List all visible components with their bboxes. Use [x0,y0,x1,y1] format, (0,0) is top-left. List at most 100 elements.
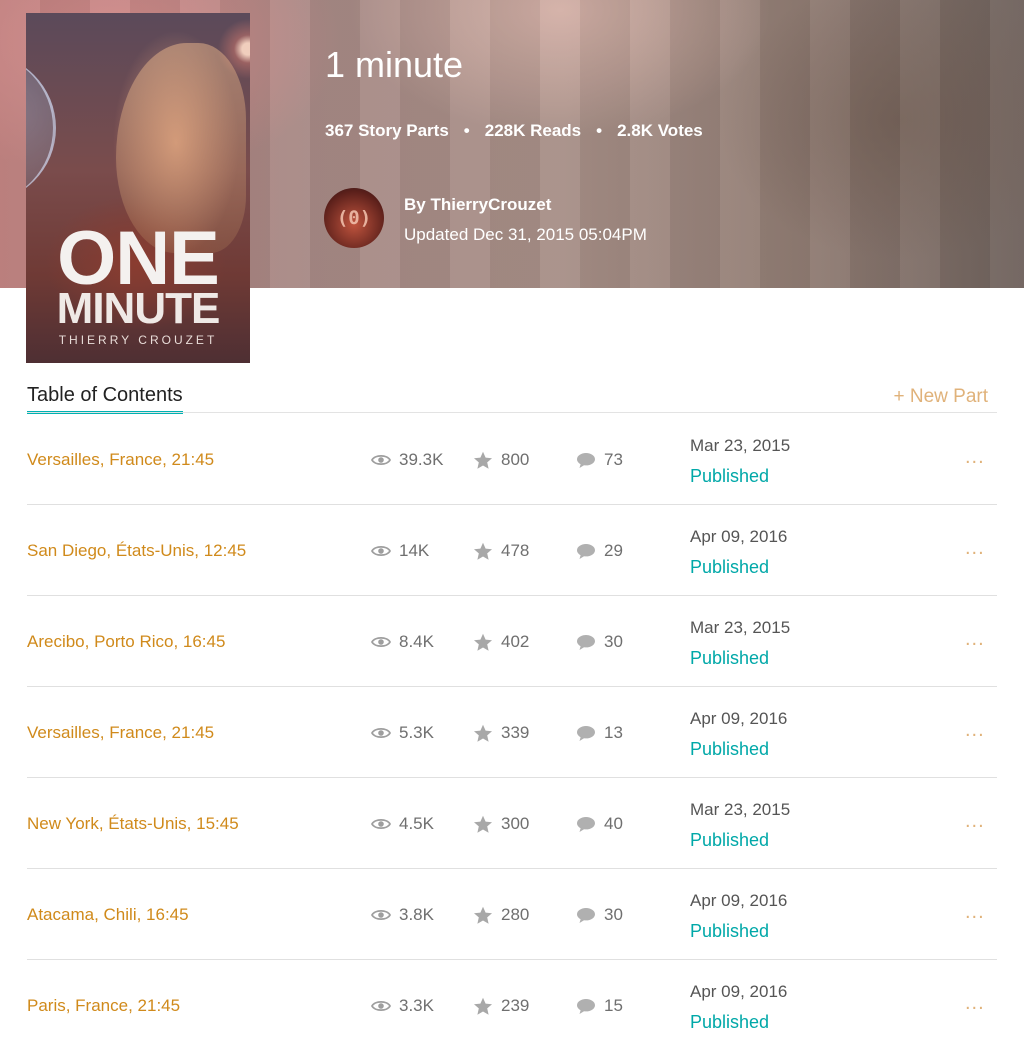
part-title-link[interactable]: San Diego, États-Unis, 12:45 [27,541,246,561]
part-status-badge: Published [690,648,770,668]
part-votes-value: 402 [501,632,530,651]
part-comments: 13 [576,723,623,743]
part-status-badge: Published [690,466,770,486]
part-comments-value: 13 [604,723,623,742]
part-comments: 30 [576,905,623,925]
part-reads-value: 8.4K [399,632,434,651]
part-date: Mar 23, 2015 [690,800,791,819]
part-more-options-button[interactable]: ... [965,719,985,742]
part-votes-value: 478 [501,541,530,560]
part-status-badge: Published [690,557,770,577]
part-title-link[interactable]: Versailles, France, 21:45 [27,723,214,743]
part-title-link[interactable]: Paris, France, 21:45 [27,996,180,1016]
part-votes: 402 [473,632,529,652]
separator-dot: • [463,121,470,140]
part-date: Mar 23, 2015 [690,618,791,637]
eye-icon [371,727,391,739]
cover-author: THIERRY CROUZET [58,333,218,347]
author-avatar[interactable]: (0) [324,188,384,248]
part-reads: 8.4K [371,632,434,652]
part-date: Apr 09, 2016 [690,982,788,1001]
part-comments: 40 [576,814,623,834]
part-comments: 15 [576,996,623,1016]
toc-row: Arecibo, Porto Rico, 16:45 8.4K 402 30 M… [27,596,997,687]
part-reads: 3.3K [371,996,434,1016]
avatar-text: (0) [336,207,372,229]
part-comments-value: 15 [604,996,623,1015]
part-status-badge: Published [690,830,770,850]
part-title-link[interactable]: Arecibo, Porto Rico, 16:45 [27,632,225,652]
author-name-link[interactable]: By ThierryCrouzet [404,195,551,215]
star-icon [474,906,492,924]
updated-date: Updated Dec 31, 2015 05:04PM [404,225,647,244]
part-reads-value: 5.3K [399,723,434,742]
part-comments-value: 29 [604,541,623,560]
part-more-options-button[interactable]: ... [965,628,985,651]
part-status-badge: Published [690,739,770,759]
comment-icon [577,543,595,559]
part-reads: 3.8K [371,905,434,925]
book-cover[interactable]: ONE MINUTE THIERRY CROUZET [26,13,250,363]
part-status-badge: Published [690,1012,770,1032]
toc-row: San Diego, États-Unis, 12:45 14K 478 29 … [27,505,997,596]
part-votes: 239 [473,996,529,1016]
comment-icon [577,452,595,468]
new-part-button[interactable]: + New Part [893,386,988,408]
part-votes: 300 [473,814,529,834]
part-more-options-button[interactable]: ... [965,537,985,560]
tab-table-of-contents[interactable]: Table of Contents [27,384,183,414]
star-icon [474,724,492,742]
part-reads: 5.3K [371,723,434,743]
part-comments: 29 [576,541,623,561]
part-status-badge: Published [690,921,770,941]
eye-icon [371,909,391,921]
comment-icon [577,998,595,1014]
eye-icon [371,454,391,466]
comment-icon [577,816,595,832]
part-votes: 478 [473,541,529,561]
part-votes-value: 239 [501,996,530,1015]
part-comments: 73 [576,450,623,470]
part-date: Apr 09, 2016 [690,709,788,728]
part-reads-value: 3.8K [399,905,434,924]
part-votes: 800 [473,450,529,470]
part-reads-value: 39.3K [399,450,444,469]
story-reads-count: 228K Reads [484,121,582,140]
eye-icon [371,545,391,557]
eye-icon [371,818,391,830]
part-more-options-button[interactable]: ... [965,992,985,1015]
comment-icon [577,725,595,741]
part-title-link[interactable]: Atacama, Chili, 16:45 [27,905,189,925]
part-title-link[interactable]: Versailles, France, 21:45 [27,450,214,470]
part-more-options-button[interactable]: ... [965,810,985,833]
part-reads: 39.3K [371,450,443,470]
eye-icon [371,1000,391,1012]
star-icon [474,815,492,833]
part-reads-value: 14K [399,541,430,560]
cover-title-line2: MINUTE [56,284,221,333]
toc-row: Paris, France, 21:45 3.3K 239 15 Apr 09,… [27,960,997,1039]
part-votes: 339 [473,723,529,743]
part-more-options-button[interactable]: ... [965,446,985,469]
part-votes-value: 280 [501,905,530,924]
part-votes-value: 339 [501,723,530,742]
toc-row: Atacama, Chili, 16:45 3.8K 280 30 Apr 09… [27,869,997,960]
part-title-link[interactable]: New York, États-Unis, 15:45 [27,814,239,834]
story-stats: 367 Story Parts • 228K Reads • 2.8K Vote… [325,121,703,141]
star-icon [474,542,492,560]
part-comments-value: 73 [604,450,623,469]
comment-icon [577,634,595,650]
toc-divider [27,412,997,413]
part-date: Apr 09, 2016 [690,527,788,546]
story-parts-count: 367 Story Parts [325,121,449,140]
part-votes-value: 800 [501,450,530,469]
part-date: Mar 23, 2015 [690,436,791,455]
part-more-options-button[interactable]: ... [965,901,985,924]
toc-row: Versailles, France, 21:45 5.3K 339 13 Ap… [27,687,997,778]
part-reads-value: 4.5K [399,814,434,833]
story-votes-count: 2.8K Votes [617,121,703,140]
story-title: 1 minute [325,44,464,85]
part-comments-value: 30 [604,905,623,924]
part-reads-value: 3.3K [399,996,434,1015]
star-icon [474,997,492,1015]
